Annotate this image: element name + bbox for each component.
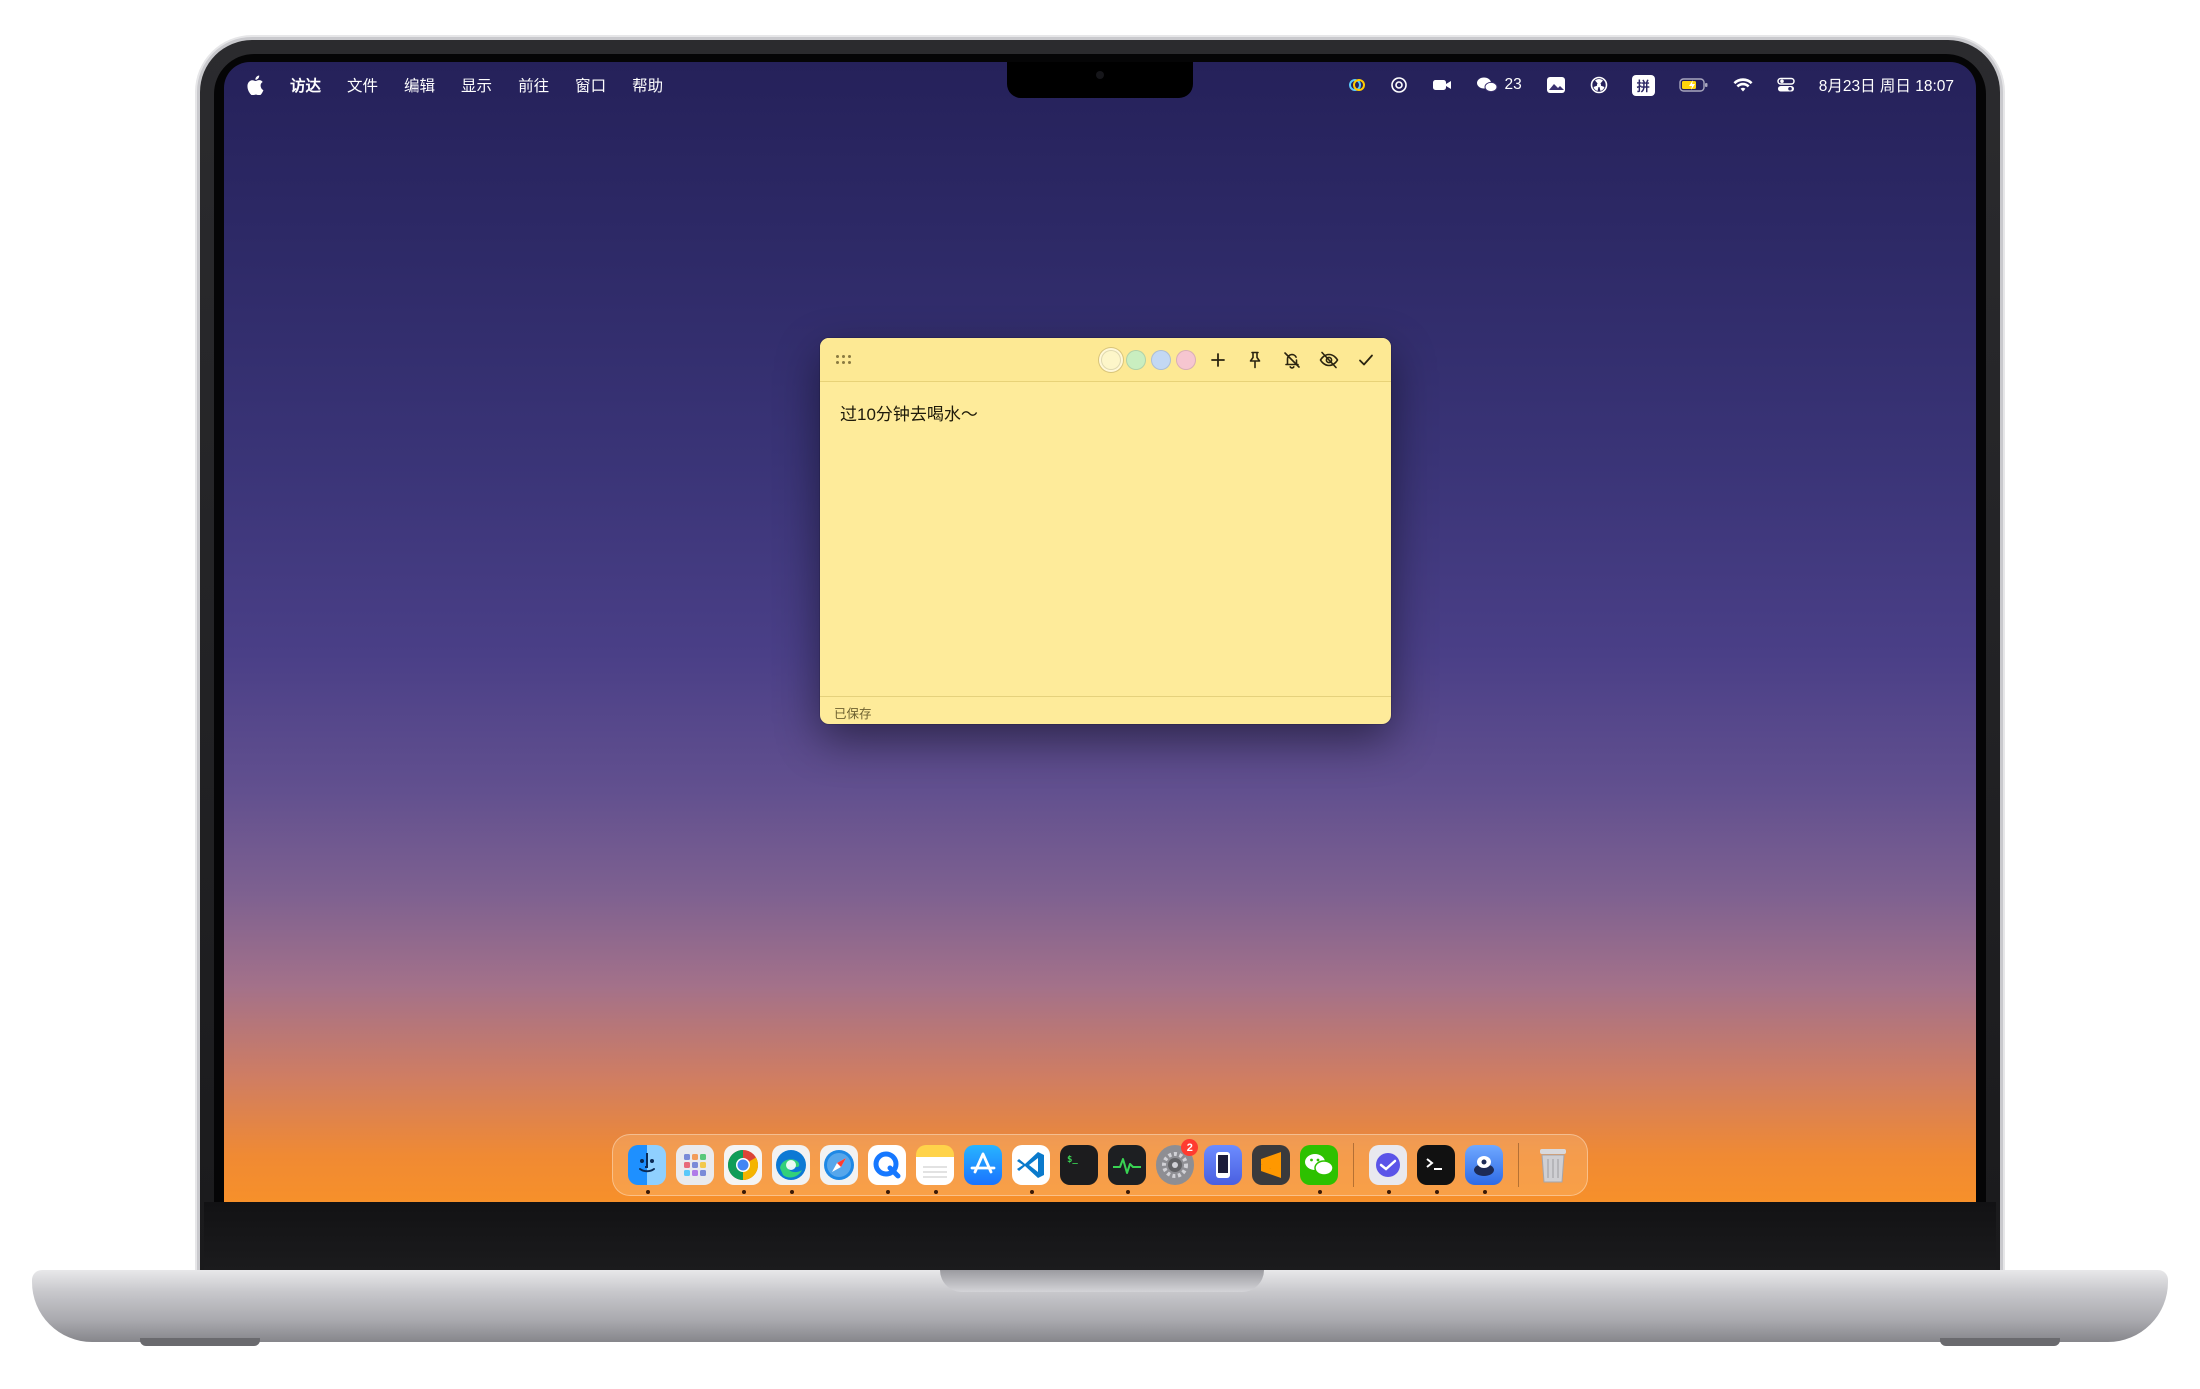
done-button[interactable] [1351,345,1381,375]
edge-icon [776,1150,806,1180]
finder-icon [639,1153,655,1173]
check-icon [1359,354,1373,365]
wechat-icon [1305,1154,1334,1176]
color-swatch-green[interactable] [1126,349,1146,370]
add-note-button[interactable] [1203,345,1233,375]
svg-text:$_: $_ [1067,1155,1078,1165]
wifi-icon[interactable] [1733,77,1753,93]
image-icon[interactable] [1546,76,1566,94]
link-status-icon[interactable] [1348,76,1366,94]
menu-view[interactable]: 显示 [461,74,492,96]
note-toolbar [820,338,1391,382]
dock-sublime-text[interactable] [1251,1145,1291,1185]
qq-browser-icon [873,1151,901,1179]
color-swatch-pink[interactable] [1176,349,1196,370]
dock-iterm[interactable] [1416,1145,1456,1194]
dock-wechat[interactable] [1299,1145,1339,1194]
menu-file[interactable]: 文件 [347,74,378,96]
mute-reminder-button[interactable] [1277,345,1307,375]
activity-monitor-icon [1113,1158,1141,1174]
dock-simulator[interactable] [1203,1145,1243,1185]
phone-icon [1216,1152,1230,1178]
pin-icon [1249,351,1261,368]
menu-finder[interactable]: 访达 [290,74,321,96]
laptop-foot [140,1338,260,1346]
video-recorder-icon[interactable] [1432,77,1452,93]
dock-chrome[interactable] [723,1145,763,1194]
sticky-app-icon [1473,1156,1494,1176]
hide-button[interactable] [1314,345,1344,375]
sticky-note-window[interactable]: 过10分钟去喝水～ 已保存 [820,338,1391,724]
openai-icon[interactable] [1390,76,1408,94]
dock-sticky-app[interactable] [1464,1145,1504,1194]
app-store-icon [970,1152,996,1174]
save-status: 已保存 [820,696,1391,724]
dock-trash[interactable] [1534,1145,1573,1185]
menu-edit[interactable]: 编辑 [404,74,435,96]
pin-button[interactable] [1240,345,1270,375]
chrome-icon [727,1150,759,1180]
base-notch [940,1270,1264,1292]
dock-app-store[interactable] [963,1145,1003,1185]
settings-badge: 2 [1181,1139,1199,1156]
wechat-status-icon[interactable]: 23 [1476,76,1522,94]
dock-edge[interactable] [771,1145,811,1194]
dock-notes[interactable] [915,1145,955,1194]
plus-icon [1211,352,1225,367]
laptop-hinge [204,1202,1996,1277]
dock-safari[interactable] [819,1145,859,1185]
dock-xcode-tool[interactable] [1368,1145,1408,1194]
dock-activity-monitor[interactable] [1107,1145,1147,1194]
dock-vscode[interactable] [1011,1145,1051,1194]
menu-clock[interactable]: 8月23日 周日 18:07 [1819,74,1954,96]
drag-handle-icon[interactable] [836,355,851,364]
bell-off-icon [1284,351,1300,369]
dock-qq-browser[interactable] [867,1145,907,1194]
desktop: 访达 文件 编辑 显示 前往 窗口 帮助 23 拼 8月23日 周日 18:07… [224,62,1976,1202]
note-text[interactable]: 过10分钟去喝水～ [840,400,978,425]
eye-off-icon [1319,351,1339,368]
camera-icon [1096,71,1104,79]
launchpad-icon [684,1154,706,1176]
color-swatch-blue[interactable] [1151,349,1171,370]
dock-separator [1517,1143,1519,1187]
dock-system-settings[interactable]: 2 [1155,1139,1199,1185]
control-center-icon[interactable] [1776,77,1795,93]
dock-launchpad[interactable] [675,1145,715,1185]
dock-separator [1353,1143,1354,1187]
apple-icon[interactable] [246,75,264,95]
terminal-prompt-icon [1426,1158,1442,1170]
terminal-icon: $_ [1067,1155,1078,1165]
dock: $_ 2 [612,1134,1588,1196]
radiation-icon[interactable] [1590,76,1608,94]
vscode-icon [1017,1152,1044,1178]
menu-window[interactable]: 窗口 [575,74,606,96]
laptop-foot [1940,1338,2060,1346]
cloud-tool-icon [1375,1153,1400,1177]
dock-terminal[interactable]: $_ [1059,1145,1099,1185]
menu-help[interactable]: 帮助 [632,74,663,96]
wechat-count: 23 [1504,76,1522,93]
trash-icon [1539,1149,1566,1183]
sublime-icon [1261,1152,1281,1178]
camera-notch [1007,62,1193,98]
input-method-indicator[interactable]: 拼 [1631,74,1655,96]
color-swatch-yellow[interactable] [1101,349,1121,370]
battery-icon[interactable] [1679,77,1709,93]
menu-go[interactable]: 前往 [518,74,549,96]
notes-icon [923,1166,947,1178]
dock-finder[interactable] [627,1145,667,1194]
safari-icon [824,1150,854,1180]
